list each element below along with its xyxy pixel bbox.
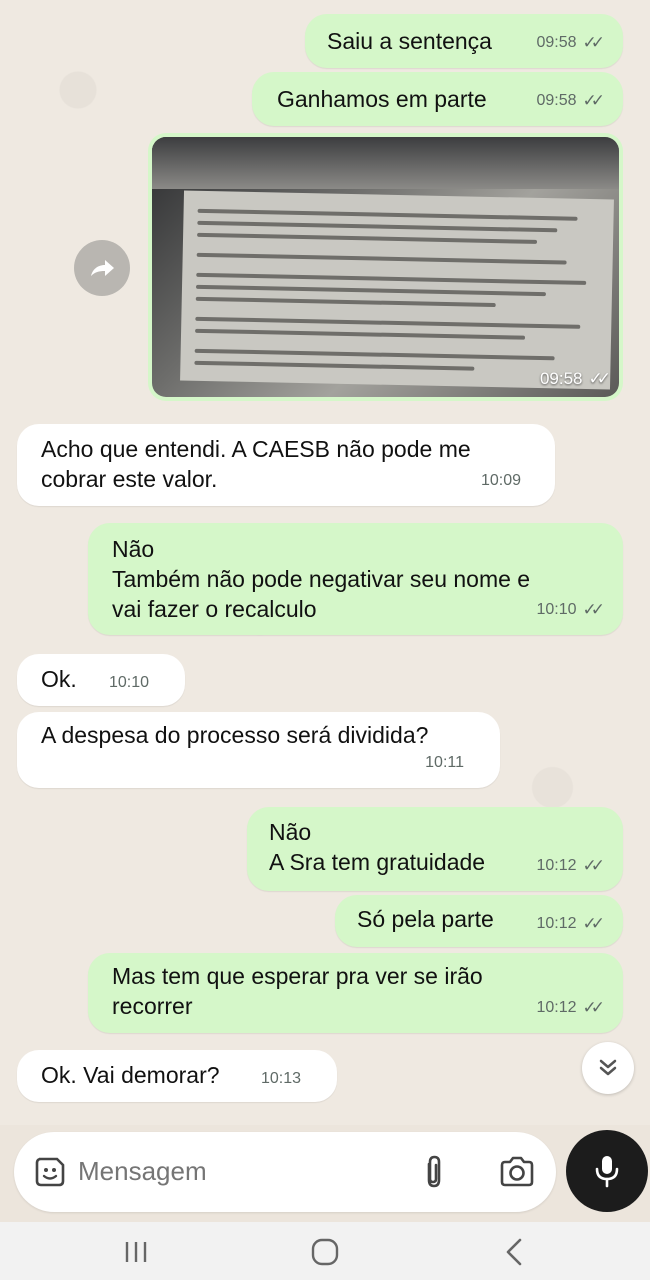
document-photo[interactable]: 09:58 ✓✓ — [152, 137, 619, 397]
image-meta: 09:58 ✓✓ — [539, 369, 611, 389]
message-time: 10:13 — [260, 1070, 301, 1087]
double-chevron-down-icon — [599, 1059, 617, 1076]
message-meta: 10:13 — [261, 1064, 301, 1094]
message-time: 09:58 — [539, 369, 583, 388]
message-bubble-outgoing[interactable]: Saiu a sentença 09:58 ✓✓ — [305, 14, 623, 68]
message-meta: 10:12 ✓✓ — [536, 851, 605, 881]
message-meta: 09:58 ✓✓ — [536, 86, 605, 116]
message-time: 10:10 — [108, 674, 149, 691]
scroll-to-bottom-button[interactable] — [582, 1042, 634, 1094]
back-button[interactable] — [496, 1234, 532, 1270]
document-page — [180, 190, 614, 390]
chat-area[interactable]: Saiu a sentença 09:58 ✓✓ Ganhamos em par… — [0, 0, 650, 1125]
double-check-icon: ✓✓ — [582, 856, 605, 875]
message-bubble-outgoing[interactable]: Não Também não pode negativar seu nome e… — [88, 523, 623, 635]
photo-toolbar-area — [152, 137, 619, 189]
double-check-icon: ✓✓ — [582, 600, 605, 619]
system-navigation-bar — [0, 1222, 650, 1280]
message-bubble-outgoing[interactable]: Só pela parte 10:12 ✓✓ — [335, 895, 623, 947]
message-meta: 10:10 — [109, 668, 149, 698]
message-meta: 10:10 ✓✓ — [536, 595, 605, 625]
paperclip-icon — [427, 1155, 441, 1188]
message-bubble-incoming[interactable]: Ok. 10:10 — [17, 654, 185, 706]
microphone-icon — [595, 1156, 619, 1188]
double-check-icon: ✓✓ — [588, 369, 611, 388]
home-button[interactable] — [306, 1234, 344, 1270]
message-time: 10:12 — [536, 857, 577, 874]
message-time: 10:12 — [536, 915, 577, 932]
message-meta: 10:12 ✓✓ — [536, 993, 605, 1023]
attach-button[interactable] — [414, 1152, 454, 1192]
message-meta: 09:58 ✓✓ — [536, 28, 605, 58]
message-bubble-outgoing[interactable]: Ganhamos em parte 09:58 ✓✓ — [252, 72, 623, 126]
message-composer[interactable] — [14, 1132, 556, 1212]
camera-button[interactable] — [496, 1152, 538, 1192]
message-bubble-incoming[interactable]: Acho que entendi. A CAESB não pode me co… — [17, 424, 555, 506]
camera-icon — [500, 1156, 534, 1187]
forward-icon — [91, 260, 114, 276]
message-bubble-outgoing[interactable]: Mas tem que esperar pra ver se irão reco… — [88, 953, 623, 1033]
sticker-emoji-icon — [35, 1157, 65, 1187]
message-meta: 10:09 — [481, 466, 521, 496]
voice-record-button[interactable] — [566, 1130, 648, 1212]
back-icon — [506, 1238, 522, 1266]
message-text: Acho que entendi. A CAESB não pode me co… — [41, 436, 471, 492]
recent-apps-icon — [125, 1242, 147, 1262]
message-bubble-outgoing[interactable]: Não A Sra tem gratuidade 10:12 ✓✓ — [247, 807, 623, 891]
message-time: 10:11 — [425, 754, 464, 771]
emoji-button[interactable] — [32, 1154, 68, 1190]
home-icon — [311, 1238, 339, 1266]
message-time: 09:58 — [536, 92, 577, 109]
double-check-icon: ✓✓ — [582, 91, 605, 110]
double-check-icon: ✓✓ — [582, 33, 605, 52]
message-bubble-incoming[interactable]: Ok. Vai demorar? 10:13 — [17, 1050, 337, 1102]
recent-apps-button[interactable] — [118, 1236, 154, 1268]
message-meta: 10:12 ✓✓ — [536, 909, 605, 939]
message-time: 09:58 — [536, 34, 577, 51]
message-text: A despesa do processo será dividida? — [41, 722, 429, 748]
message-time: 10:09 — [480, 472, 521, 489]
message-time: 10:10 — [536, 601, 577, 618]
forward-button[interactable] — [74, 240, 130, 296]
message-time: 10:12 — [536, 999, 577, 1016]
double-check-icon: ✓✓ — [582, 998, 605, 1017]
message-bubble-incoming[interactable]: A despesa do processo será dividida? 10:… — [17, 712, 500, 788]
message-image-bubble[interactable]: 09:58 ✓✓ — [148, 133, 623, 401]
message-input[interactable] — [78, 1156, 398, 1187]
double-check-icon: ✓✓ — [582, 914, 605, 933]
message-meta: 10:11 — [425, 748, 464, 778]
